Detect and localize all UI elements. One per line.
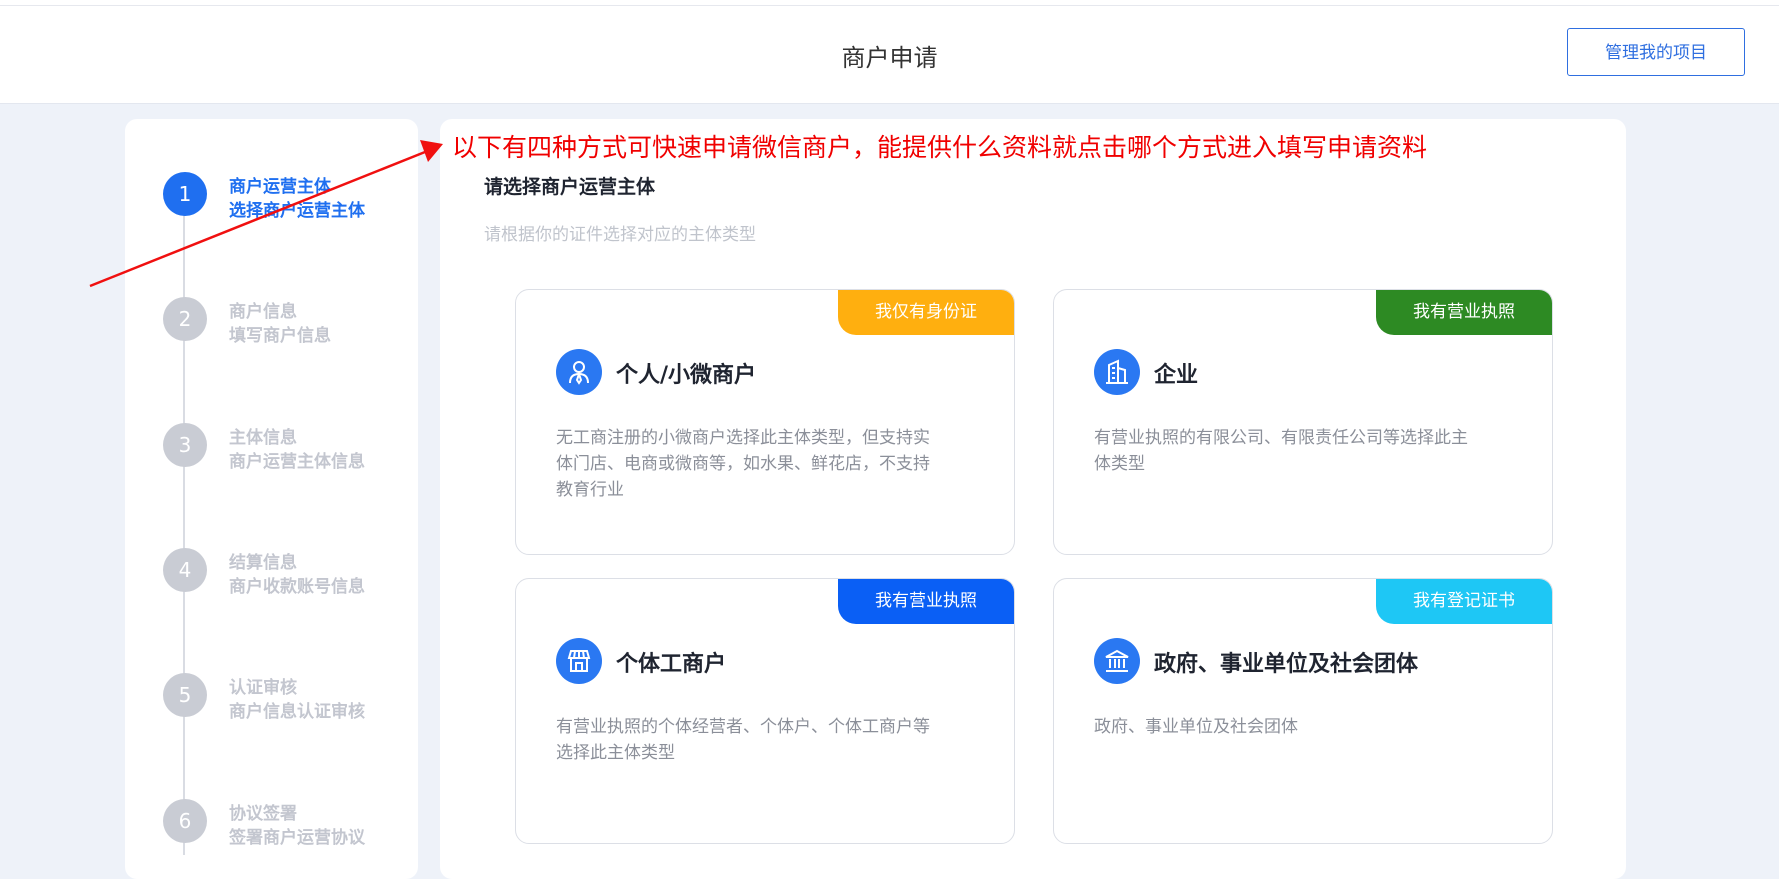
card-description: 政府、事业单位及社会团体: [1094, 717, 1298, 737]
step-number: 4: [163, 548, 207, 592]
person-icon: [556, 349, 602, 395]
card-individual-business[interactable]: 我有营业执照 个体工商户 有营业执照的个体经营者、个体户、个体工商户等选择此主体…: [515, 578, 1015, 844]
shop-icon: [556, 638, 602, 684]
card-badge: 我有营业执照: [838, 579, 1014, 624]
step-title: 认证审核: [229, 678, 297, 698]
section-hint: 请根据你的证件选择对应的主体类型: [484, 225, 756, 245]
page-header: 商户申请 管理我的项目: [0, 6, 1779, 104]
card-description: 有营业执照的有限公司、有限责任公司等选择此主体类型: [1094, 428, 1468, 474]
step-subtitle: 签署商户运营协议: [229, 828, 365, 848]
steps-connector-line: [183, 195, 185, 855]
building-icon: [1094, 349, 1140, 395]
card-title: 个人/小微商户: [616, 363, 757, 388]
card-title: 个体工商户: [616, 652, 727, 677]
step-2[interactable]: 2 商户信息 填写商户信息: [163, 297, 423, 357]
step-title: 商户运营主体: [229, 177, 331, 197]
card-government-institution[interactable]: 我有登记证书 政府、事业单位及社会团体 政府、事业单位及社会团体: [1053, 578, 1553, 844]
step-6[interactable]: 6 协议签署 签署商户运营协议: [163, 799, 423, 859]
government-icon: [1094, 638, 1140, 684]
card-description: 无工商注册的小微商户选择此主体类型，但支持实体门店、电商或微商等，如水果、鲜花店…: [556, 428, 930, 500]
step-subtitle: 商户信息认证审核: [229, 702, 365, 722]
step-title: 协议签署: [229, 804, 297, 824]
step-1[interactable]: 1 商户运营主体 选择商户运营主体: [163, 172, 423, 232]
steps-sidebar: [125, 119, 418, 879]
step-title: 商户信息: [229, 302, 297, 322]
card-description: 有营业执照的个体经营者、个体户、个体工商户等选择此主体类型: [556, 717, 930, 763]
step-subtitle: 填写商户信息: [229, 326, 331, 346]
card-badge: 我仅有身份证: [838, 290, 1014, 335]
step-title: 结算信息: [229, 553, 297, 573]
step-number: 3: [163, 423, 207, 467]
card-title: 企业: [1154, 363, 1199, 388]
step-number: 2: [163, 297, 207, 341]
card-badge: 我有登记证书: [1376, 579, 1552, 624]
card-title: 政府、事业单位及社会团体: [1154, 652, 1419, 677]
section-title: 请选择商户运营主体: [484, 176, 656, 198]
card-enterprise[interactable]: 我有营业执照 企业 有营业执照的有限公司、有限责任公司等选择此主体类型: [1053, 289, 1553, 555]
step-4[interactable]: 4 结算信息 商户收款账号信息: [163, 548, 423, 608]
step-number: 5: [163, 673, 207, 717]
page-title: 商户申请: [841, 44, 938, 72]
step-number: 1: [163, 172, 207, 216]
step-subtitle: 选择商户运营主体: [229, 201, 365, 221]
card-badge: 我有营业执照: [1376, 290, 1552, 335]
step-3[interactable]: 3 主体信息 商户运营主体信息: [163, 423, 423, 483]
step-title: 主体信息: [229, 428, 297, 448]
step-subtitle: 商户运营主体信息: [229, 452, 365, 472]
card-individual-micro-merchant[interactable]: 我仅有身份证 个人/小微商户 无工商注册的小微商户选择此主体类型，但支持实体门店…: [515, 289, 1015, 555]
annotation-text: 以下有四种方式可快速申请微信商户，能提供什么资料就点击哪个方式进入填写申请资料: [452, 133, 1428, 162]
manage-projects-button[interactable]: 管理我的项目: [1567, 28, 1745, 76]
step-subtitle: 商户收款账号信息: [229, 577, 365, 597]
step-5[interactable]: 5 认证审核 商户信息认证审核: [163, 673, 423, 733]
step-number: 6: [163, 799, 207, 843]
